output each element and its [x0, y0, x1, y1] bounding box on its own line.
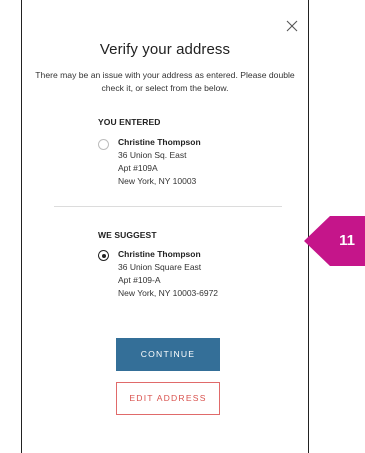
entered-name: Christine Thompson	[118, 137, 201, 147]
edit-address-button[interactable]: EDIT ADDRESS	[116, 382, 220, 415]
page: Verify your address There may be an issu…	[0, 0, 365, 453]
suggested-line2: Apt #109-A	[118, 275, 161, 285]
entered-section-label: YOU ENTERED	[98, 117, 161, 127]
close-icon	[286, 20, 298, 32]
suggested-line1: 36 Union Square East	[118, 262, 202, 272]
radio-selected-dot	[101, 253, 106, 258]
suggested-name: Christine Thompson	[118, 249, 201, 259]
section-divider	[54, 206, 282, 207]
close-button[interactable]	[284, 18, 300, 34]
entered-address[interactable]: Christine Thompson 36 Union Sq. East Apt…	[118, 136, 201, 188]
modal-subtitle: There may be an issue with your address …	[35, 70, 295, 93]
suggested-section-label: WE SUGGEST	[98, 230, 157, 240]
entered-address-radio[interactable]	[98, 139, 109, 150]
suggested-line3: New York, NY 10003-6972	[118, 288, 219, 298]
annotation-number: 11	[339, 232, 355, 249]
modal-title: Verify your address	[99, 41, 231, 58]
continue-button[interactable]: CONTINUE	[116, 338, 220, 371]
address-verification-modal: Verify your address There may be an issu…	[21, 0, 309, 453]
entered-line3: New York, NY 10003	[118, 176, 197, 186]
entered-line1: 36 Union Sq. East	[118, 150, 187, 160]
suggested-address[interactable]: Christine Thompson 36 Union Square East …	[118, 248, 218, 300]
suggested-address-radio[interactable]	[98, 250, 109, 261]
entered-line2: Apt #109A	[118, 163, 158, 173]
